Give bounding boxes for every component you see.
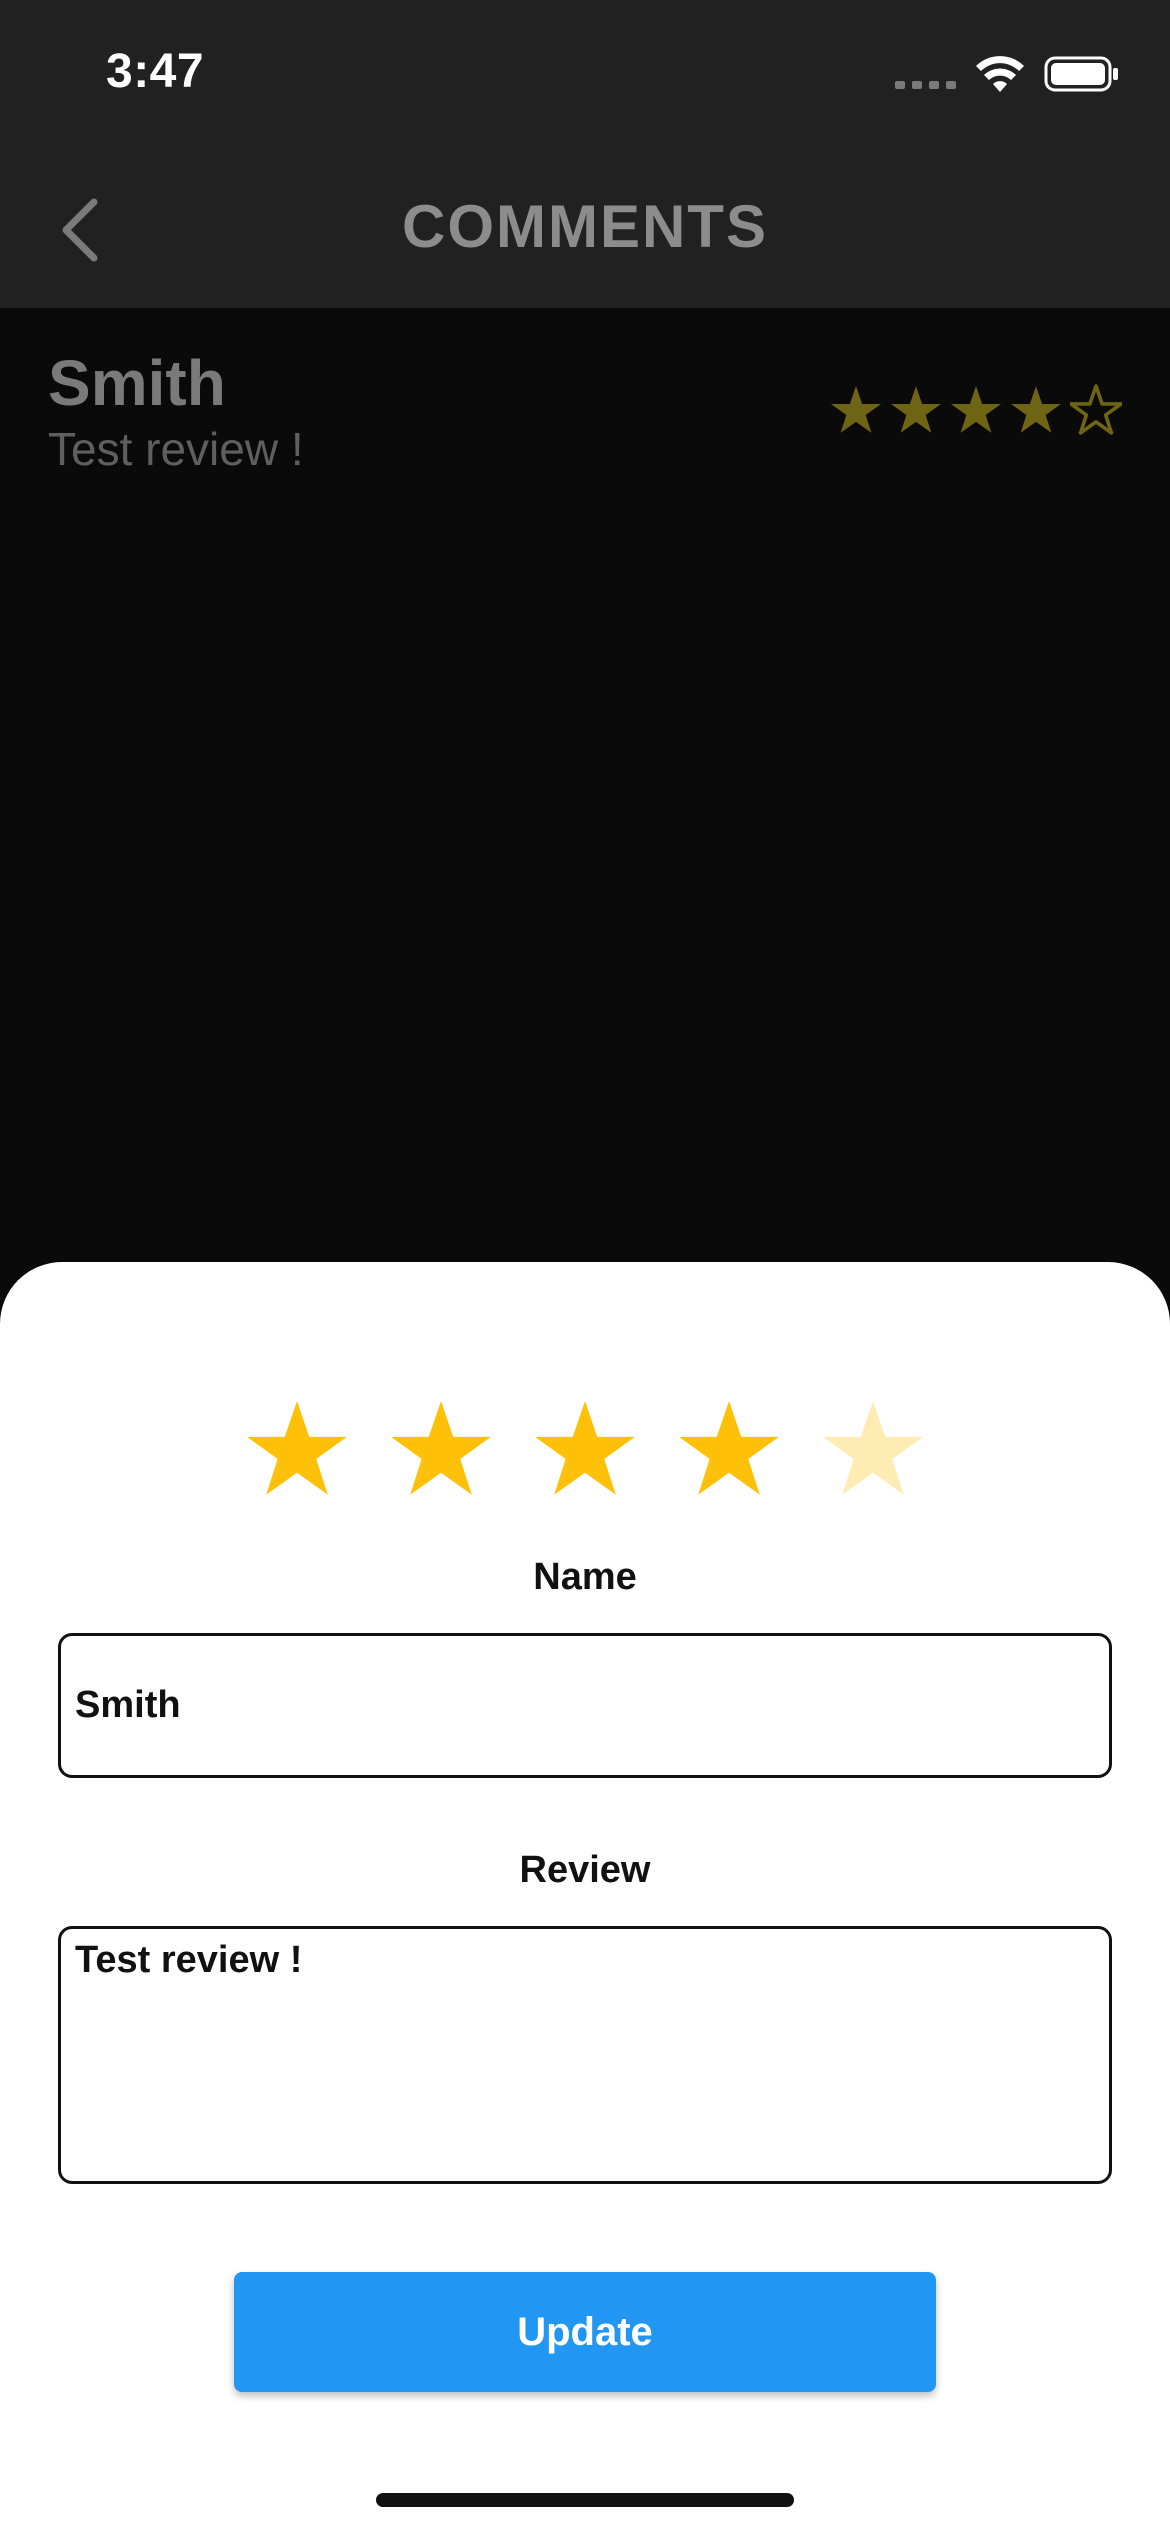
comment-text: Test review !: [48, 423, 304, 475]
review-label: Review: [519, 1849, 651, 1891]
name-label: Name: [533, 1556, 637, 1598]
battery-icon: [1044, 56, 1118, 92]
comment-author: Smith: [48, 347, 226, 419]
comment-item[interactable]: Smith Test review !: [48, 340, 1122, 490]
signal-icon: [895, 59, 956, 89]
rating-star-3[interactable]: [533, 1397, 637, 1501]
status-time: 3:47: [106, 45, 205, 98]
review-input[interactable]: Test review !: [58, 1926, 1112, 2184]
name-input[interactable]: Smith: [58, 1633, 1112, 1778]
screen: 3:47 COMMENTS Smith Test review ! Name S…: [0, 0, 1170, 2532]
rating-selector: [0, 1397, 1170, 1501]
rating-star-4[interactable]: [677, 1397, 781, 1501]
rating-star-5[interactable]: [821, 1397, 925, 1501]
update-button[interactable]: Update: [234, 2272, 936, 2392]
page-title: COMMENTS: [402, 193, 768, 260]
rating-star-1[interactable]: [245, 1397, 349, 1501]
edit-review-sheet: Name Smith Review Test review ! Update: [0, 1262, 1170, 2532]
status-icons: [895, 50, 1120, 98]
home-indicator: [376, 2493, 794, 2507]
star-filled-icon: [951, 386, 1001, 433]
status-bar: 3:47: [0, 0, 1170, 150]
star-outline-icon: [1070, 384, 1122, 435]
app-bar: COMMENTS: [0, 150, 1170, 308]
rating-star-2[interactable]: [389, 1397, 493, 1501]
star-filled-icon: [831, 386, 881, 433]
comment-rating: [830, 384, 1122, 436]
star-filled-icon: [1011, 386, 1061, 433]
wifi-icon: [976, 56, 1024, 92]
star-filled-icon: [891, 386, 941, 433]
